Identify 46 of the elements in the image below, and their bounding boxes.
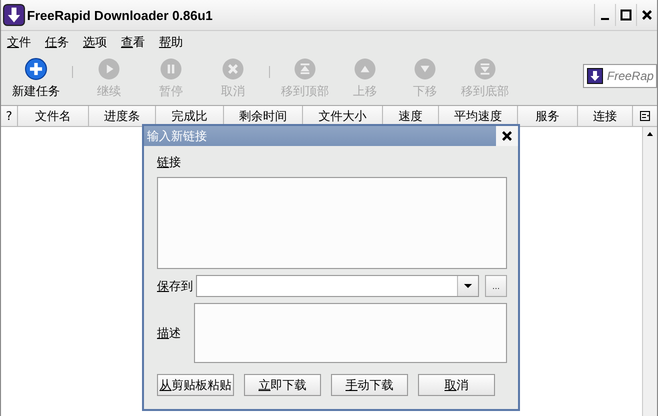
move-down-icon bbox=[414, 58, 436, 80]
dialog-button[interactable]: 取消 bbox=[418, 374, 495, 396]
menu-item[interactable]: 任务 bbox=[45, 34, 69, 50]
column-header[interactable]: 服务 bbox=[518, 106, 578, 126]
browse-button[interactable]: ... bbox=[485, 275, 507, 297]
column-header[interactable]: ? bbox=[1, 106, 18, 126]
column-header[interactable]: 文件大小 bbox=[303, 106, 383, 126]
window-title: FreeRapid Downloader 0.86u1 bbox=[27, 8, 214, 22]
move-up-icon bbox=[354, 58, 376, 80]
close-icon bbox=[501, 130, 513, 142]
description-label: 描述 bbox=[157, 324, 181, 342]
column-header[interactable]: 文件名 bbox=[18, 106, 89, 126]
column-header[interactable]: 剩余时间 bbox=[224, 106, 303, 126]
plus-icon bbox=[25, 58, 47, 80]
menu-item[interactable]: 文件 bbox=[7, 34, 31, 50]
close-icon bbox=[641, 9, 653, 21]
dialog-button[interactable]: 从剪贴板粘贴 bbox=[157, 374, 234, 396]
links-field[interactable] bbox=[157, 177, 507, 269]
play-icon bbox=[98, 58, 120, 80]
dialog-button[interactable]: 手动下载 bbox=[331, 374, 408, 396]
search-field[interactable]: FreeRap bbox=[583, 64, 657, 88]
save-to-dropdown[interactable] bbox=[196, 275, 479, 297]
toolbar-button[interactable]: 新建任务 bbox=[5, 58, 67, 100]
dialog-title: 输入新链接 bbox=[146, 128, 207, 144]
menu-item[interactable]: 查看 bbox=[121, 34, 145, 50]
menu-item[interactable]: 选项 bbox=[83, 34, 107, 50]
caret-icon bbox=[463, 283, 473, 289]
scrollbar[interactable] bbox=[642, 127, 657, 416]
minimize-icon bbox=[601, 18, 609, 20]
column-header[interactable]: 进度条 bbox=[89, 106, 156, 126]
move-top-icon bbox=[294, 58, 316, 80]
dialog-button[interactable]: 立即下载 bbox=[244, 374, 321, 396]
column-header[interactable]: 速度 bbox=[383, 106, 439, 126]
pause-icon bbox=[160, 58, 182, 80]
save-to-label: 保存到 bbox=[157, 278, 193, 294]
links-label: 链接 bbox=[157, 154, 182, 171]
close-button[interactable] bbox=[496, 126, 518, 146]
maximize-icon bbox=[620, 9, 632, 21]
cancel-icon bbox=[222, 58, 244, 80]
column-header[interactable]: 连接 bbox=[578, 106, 633, 126]
description-field[interactable] bbox=[194, 303, 507, 363]
column-header[interactable]: 平均速度 bbox=[439, 106, 518, 126]
column-header[interactable]: 完成比 bbox=[156, 106, 224, 126]
column-menu-icon[interactable] bbox=[633, 106, 657, 126]
menu-item[interactable]: 帮助 bbox=[159, 34, 183, 50]
move-bottom-icon bbox=[474, 58, 496, 80]
